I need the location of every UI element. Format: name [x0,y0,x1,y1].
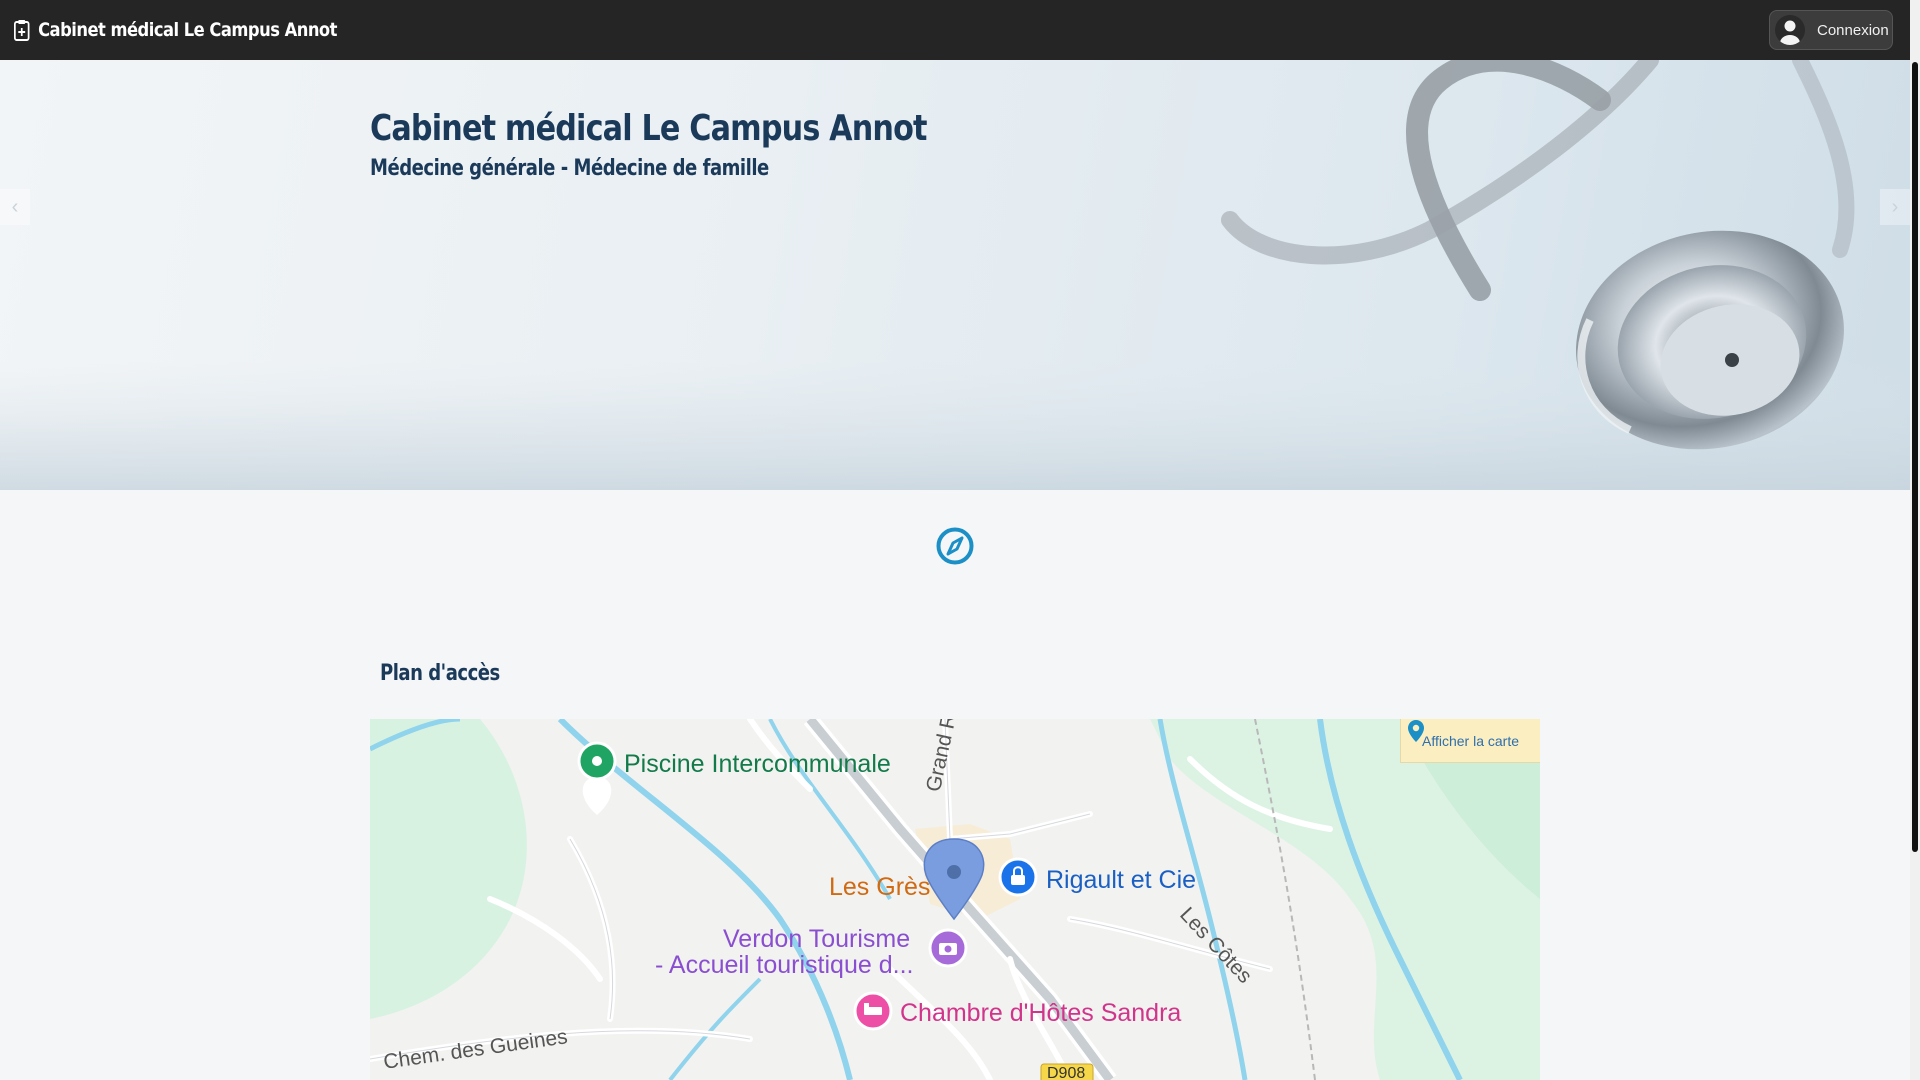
user-avatar-icon [1775,15,1805,45]
map-label-gres: Les Grès [829,873,931,901]
map-label-pool: Piscine Intercommunale [624,750,891,778]
access-plan-title: Plan d'accès [380,661,500,686]
hero-banner: Cabinet médical Le Campus Annot Médecine… [0,60,1910,490]
pool-marker [577,741,617,815]
map-label-verdon-1: Verdon Tourisme [723,925,911,953]
top-navbar: Cabinet médical Le Campus Annot Connexio… [0,0,1910,60]
map-label-d908: D908 [1047,1065,1086,1080]
chevron-right-icon: › [1891,195,1899,218]
carousel-next-button[interactable]: › [1880,189,1910,225]
carousel-prev-button[interactable]: ‹ [0,189,30,225]
page: Cabinet médical Le Campus Annot Connexio… [0,0,1920,1080]
map-label-chambre: Chambre d'Hôtes Sandra [900,999,1182,1027]
map-pin-icon [1408,720,1424,742]
access-map[interactable]: Piscine Intercommunale Rigault et Cie Le… [370,719,1540,1080]
medical-clipboard-icon [14,20,30,41]
show-map-button[interactable]: Afficher la carte [1400,719,1540,763]
login-button[interactable]: Connexion [1769,10,1893,50]
map-label-verdon-2: - Accueil touristique d... [655,951,914,979]
verdon-marker [928,928,968,968]
rigault-marker [998,857,1038,897]
compass-icon [936,527,974,565]
show-map-label: Afficher la carte [1421,732,1519,749]
scrollbar-thumb[interactable] [1912,62,1918,852]
login-label: Connexion [1817,21,1889,39]
hero-subtitle: Médecine générale - Médecine de famille [370,156,769,181]
chevron-left-icon: ‹ [11,195,19,218]
hero-title: Cabinet médical Le Campus Annot [370,108,927,149]
page-scrollbar[interactable] [1910,0,1920,1080]
brand[interactable]: Cabinet médical Le Campus Annot [14,19,337,41]
brand-name: Cabinet médical Le Campus Annot [38,19,337,41]
stethoscope-image [0,60,1910,490]
map-label-rigault: Rigault et Cie [1046,866,1197,894]
chambre-marker [853,991,893,1031]
